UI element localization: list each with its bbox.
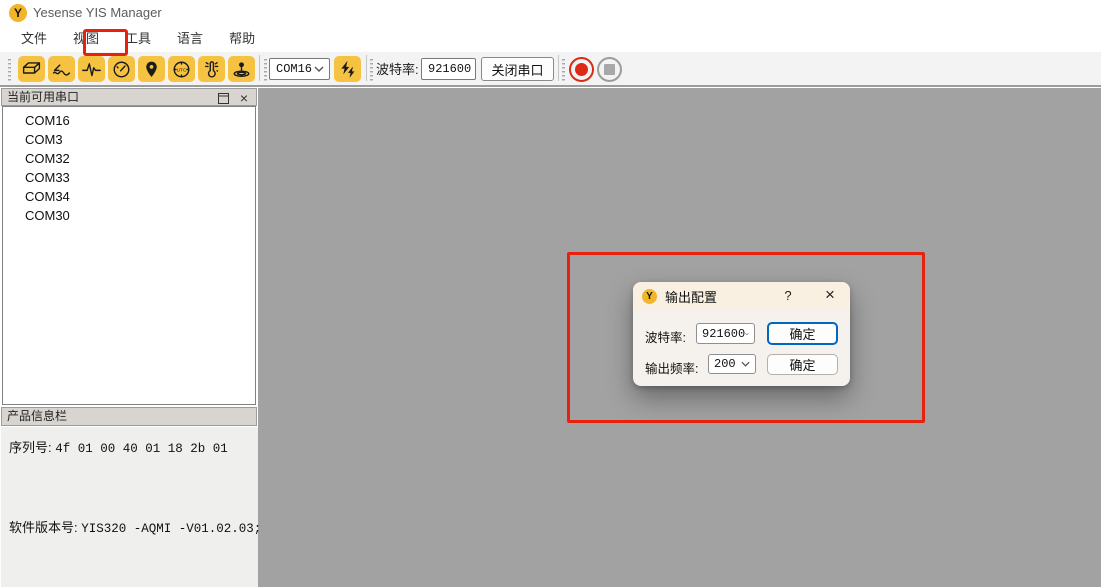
chevron-down-icon	[745, 331, 749, 337]
ports-panel-title: 当前可用串口	[7, 90, 79, 104]
location-button[interactable]	[138, 56, 165, 82]
gauge-icon	[111, 59, 132, 80]
port-list-item[interactable]: COM16	[3, 111, 255, 130]
chevron-down-icon	[741, 361, 750, 367]
joystick-button[interactable]	[228, 56, 255, 82]
ports-list: COM16 COM3 COM32 COM33 COM34 COM30	[2, 106, 256, 405]
port-list-item[interactable]: COM33	[3, 168, 255, 187]
toolbar-separator	[259, 55, 260, 81]
toolbar-separator	[366, 55, 367, 81]
port-select-value: COM16	[270, 62, 314, 76]
software-version-label: 软件版本号:	[9, 520, 78, 535]
dialog-baud-value: 921600	[697, 327, 745, 341]
menu-language[interactable]: 语言	[164, 26, 216, 52]
dialog-help-button[interactable]: ?	[775, 282, 801, 310]
cube-3d-icon	[21, 59, 42, 80]
cube-3d-button[interactable]	[18, 56, 45, 82]
gauge-button[interactable]	[108, 56, 135, 82]
port-list-item[interactable]: COM3	[3, 130, 255, 149]
dialog-baud-confirm-button[interactable]: 确定	[767, 322, 838, 345]
toolbar: UTC COM16 波特率: 921600 关闭串口	[0, 52, 1101, 87]
output-config-dialog: Y 输出配置 ? × 波特率: 921600 确定 输出频率: 200 确定	[633, 282, 850, 386]
toolbar-drag-handle[interactable]	[264, 59, 267, 81]
refresh-ports-button[interactable]	[334, 56, 361, 82]
record-icon	[575, 63, 588, 76]
baud-rate-select[interactable]: 921600	[421, 58, 476, 80]
info-panel-body: 序列号: 4f 01 00 40 01 18 2b 01 软件版本号: YIS3…	[1, 427, 258, 587]
software-version-row: 软件版本号: YIS320 -AQMI -V01.02.03;	[9, 517, 261, 536]
dialog-title: 输出配置	[665, 287, 717, 306]
attitude-waveform-icon	[51, 59, 72, 80]
utc-clock-icon: UTC	[171, 59, 192, 80]
dialog-freq-select[interactable]: 200	[708, 354, 756, 374]
port-list-item[interactable]: COM32	[3, 149, 255, 168]
serial-number-value: 4f 01 00 40 01 18 2b 01	[55, 442, 228, 456]
dialog-logo-icon: Y	[642, 289, 657, 304]
dialog-freq-value: 200	[709, 357, 741, 371]
temperature-button[interactable]	[198, 56, 225, 82]
port-list-item[interactable]: COM30	[3, 206, 255, 225]
app-window: Y Yesense YIS Manager 文件 视图 工具 语言 帮助 UTC	[0, 0, 1101, 587]
record-button[interactable]	[569, 57, 594, 82]
temperature-icon	[201, 59, 222, 80]
menu-view[interactable]: 视图	[60, 26, 112, 52]
location-pin-icon	[141, 59, 162, 80]
float-panel-button[interactable]	[215, 90, 231, 106]
dialog-baud-select[interactable]: 921600	[696, 323, 755, 344]
dialog-freq-confirm-button[interactable]: 确定	[767, 354, 838, 375]
stop-button[interactable]	[597, 57, 622, 82]
port-select[interactable]: COM16	[269, 58, 330, 80]
ports-panel-titlebar: 当前可用串口 ×	[1, 88, 257, 106]
window-title: Yesense YIS Manager	[33, 0, 162, 26]
toolbar-separator	[558, 55, 559, 81]
toolbar-drag-handle[interactable]	[370, 59, 373, 81]
toolbar-drag-handle[interactable]	[8, 59, 11, 81]
menu-file[interactable]: 文件	[8, 26, 60, 52]
dialog-close-button[interactable]: ×	[815, 282, 845, 310]
chevron-down-icon	[314, 66, 324, 72]
menu-help[interactable]: 帮助	[216, 26, 268, 52]
info-panel-titlebar: 产品信息栏	[1, 407, 257, 426]
title-bar: Y Yesense YIS Manager	[0, 0, 1101, 26]
dialog-titlebar[interactable]: Y 输出配置 ? ×	[633, 282, 850, 310]
app-logo-icon: Y	[9, 4, 27, 22]
menu-tools[interactable]: 工具	[112, 26, 164, 52]
serial-number-row: 序列号: 4f 01 00 40 01 18 2b 01	[9, 437, 228, 456]
info-panel-title: 产品信息栏	[7, 409, 67, 423]
svg-text:UTC: UTC	[177, 67, 187, 73]
spike-waveform-icon	[81, 59, 102, 80]
spike-waveform-button[interactable]	[78, 56, 105, 82]
stop-icon	[604, 64, 615, 75]
dialog-baud-label: 波特率:	[645, 327, 686, 346]
port-list-item[interactable]: COM34	[3, 187, 255, 206]
software-version-value: YIS320 -AQMI -V01.02.03;	[81, 522, 261, 536]
serial-number-label: 序列号:	[9, 440, 52, 455]
menu-bar: 文件 视图 工具 语言 帮助	[0, 26, 1101, 52]
baud-rate-value: 921600	[422, 62, 471, 76]
joystick-icon	[231, 59, 252, 80]
utc-clock-button[interactable]: UTC	[168, 56, 195, 82]
attitude-waveform-button[interactable]	[48, 56, 75, 82]
float-icon	[218, 93, 229, 104]
close-panel-button[interactable]: ×	[236, 90, 252, 106]
toolbar-drag-handle[interactable]	[562, 59, 565, 81]
baud-rate-label: 波特率:	[376, 52, 419, 87]
double-lightning-icon	[337, 59, 358, 80]
dialog-freq-label: 输出频率:	[645, 358, 698, 377]
close-serial-button[interactable]: 关闭串口	[481, 57, 554, 81]
